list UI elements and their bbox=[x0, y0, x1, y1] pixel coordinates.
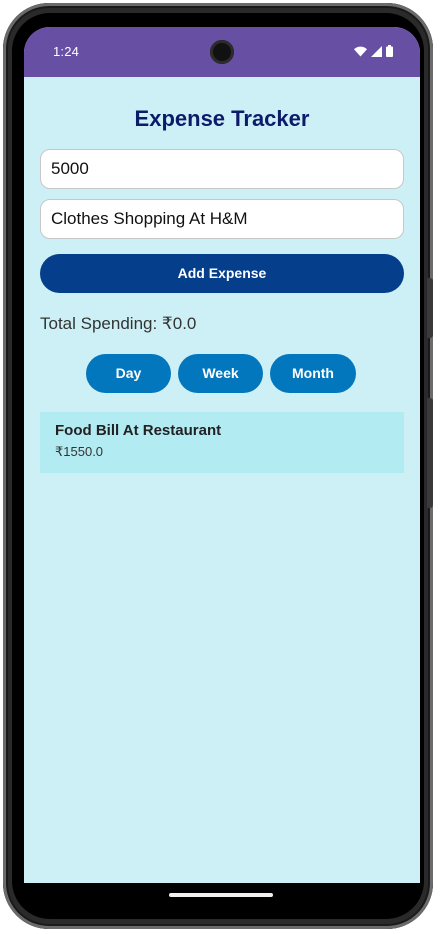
device-bezel: 1:24 Expense Tracker 5000 Clothes Shoppi… bbox=[12, 13, 424, 919]
filter-week-button[interactable]: Week bbox=[178, 354, 263, 393]
total-spending-label: Total Spending: ₹0.0 bbox=[40, 314, 197, 333]
front-camera bbox=[210, 40, 234, 64]
status-icons bbox=[354, 45, 393, 57]
home-gesture-handle[interactable] bbox=[169, 893, 273, 897]
signal-icon bbox=[371, 45, 382, 57]
navigation-bar bbox=[24, 883, 420, 907]
battery-icon bbox=[386, 45, 393, 57]
status-bar: 1:24 bbox=[24, 27, 420, 77]
status-time: 1:24 bbox=[53, 44, 80, 59]
phone-frame: 1:24 Expense Tracker 5000 Clothes Shoppi… bbox=[3, 3, 433, 929]
filter-month-button[interactable]: Month bbox=[270, 354, 356, 393]
amount-field[interactable] bbox=[40, 149, 404, 189]
expense-title: Food Bill At Restaurant bbox=[55, 422, 222, 439]
add-expense-button[interactable]: Add Expense bbox=[40, 254, 404, 293]
page-title: Expense Tracker bbox=[134, 106, 310, 131]
expense-list-item[interactable]: Food Bill At Restaurant ₹1550.0 bbox=[40, 412, 404, 473]
power-button bbox=[427, 278, 433, 338]
description-field[interactable] bbox=[40, 199, 404, 239]
wifi-icon bbox=[354, 46, 367, 56]
screen: 1:24 Expense Tracker 5000 Clothes Shoppi… bbox=[24, 27, 420, 883]
expense-amount: ₹1550.0 bbox=[55, 444, 104, 459]
volume-button bbox=[427, 398, 433, 508]
filter-day-button[interactable]: Day bbox=[86, 354, 171, 393]
